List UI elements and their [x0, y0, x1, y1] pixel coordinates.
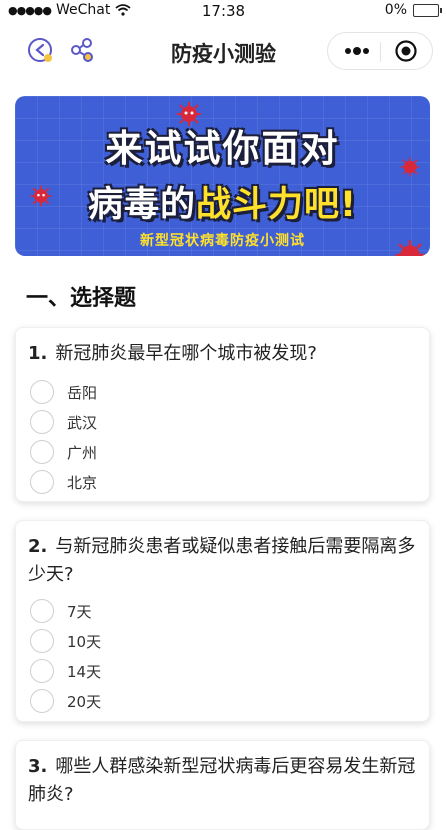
radio-button[interactable] [30, 380, 54, 404]
banner-headline-line2: 病毒的战斗力吧! [15, 176, 430, 227]
option-label: 岳阳 [67, 383, 98, 402]
radio-button[interactable] [30, 629, 54, 653]
option-item[interactable]: 武汉 [30, 408, 97, 436]
radio-button[interactable] [30, 470, 54, 494]
question-number: 1. [28, 343, 48, 364]
option-item[interactable]: 广州 [30, 438, 97, 466]
option-label: 武汉 [67, 413, 98, 432]
capsule-divider [380, 42, 381, 62]
question-card: 1. 新冠肺炎最早在哪个城市被发现? 岳阳 武汉 广州 北京 [15, 327, 430, 502]
quiz-banner: 来试试你面对 病毒的战斗力吧! 新型冠状病毒防疫小测试 [15, 96, 430, 256]
option-label: 7天 [67, 602, 92, 621]
radio-button[interactable] [30, 440, 54, 464]
banner-subtitle: 新型冠状病毒防疫小测试 [140, 233, 305, 249]
battery-icon [413, 3, 442, 17]
question-title: 新冠肺炎最早在哪个城市被发现? [55, 343, 317, 364]
status-right: 0% [384, 2, 442, 18]
radio-button[interactable] [30, 659, 54, 683]
option-label: 20天 [67, 692, 102, 711]
option-item[interactable]: 北京 [30, 468, 97, 496]
question-number: 2. [28, 536, 48, 557]
radio-button[interactable] [30, 689, 54, 713]
option-label: 14天 [67, 662, 102, 681]
radio-button[interactable] [30, 410, 54, 434]
more-icon[interactable] [342, 41, 372, 61]
question-title: 与新冠肺炎患者或疑似患者接触后需要隔离多少天? [28, 536, 416, 585]
option-item[interactable]: 10天 [30, 627, 101, 655]
option-item[interactable]: 14天 [30, 657, 101, 685]
question-card: 2. 与新冠肺炎患者或疑似患者接触后需要隔离多少天? 7天 10天 14天 20天 [15, 520, 430, 722]
option-label: 10天 [67, 632, 102, 651]
option-item[interactable]: 岳阳 [30, 378, 97, 406]
section-title: 一、选择题 [26, 286, 137, 311]
banner-headline-line1: 来试试你面对 [105, 127, 340, 170]
banner-headline-white: 病毒的 [88, 185, 197, 225]
option-label: 北京 [67, 473, 98, 492]
radio-button[interactable] [30, 599, 54, 623]
question-text: 2. 与新冠肺炎患者或疑似患者接触后需要隔离多少天? [28, 533, 417, 589]
question-card: 3. 哪些人群感染新型冠状病毒后更容易发生新冠肺炎? [15, 740, 430, 830]
option-item[interactable]: 7天 [30, 597, 92, 625]
battery-percent: 0% [384, 2, 407, 18]
status-bar: ●●●●● WeChat 17:38 0% [0, 0, 447, 22]
question-title: 哪些人群感染新型冠状病毒后更容易发生新冠肺炎? [28, 756, 416, 805]
option-label: 广州 [67, 443, 98, 462]
banner-headline-yellow: 战斗力吧! [196, 185, 357, 225]
close-icon[interactable] [394, 39, 418, 63]
mini-program-capsule [327, 32, 433, 70]
question-text: 1. 新冠肺炎最早在哪个城市被发现? [28, 340, 417, 368]
question-text: 3. 哪些人群感染新型冠状病毒后更容易发生新冠肺炎? [28, 753, 417, 809]
question-number: 3. [28, 756, 48, 777]
status-time: 17:38 [201, 2, 246, 20]
nav-bar: 防疫小测验 [0, 22, 447, 84]
option-item[interactable]: 20天 [30, 687, 101, 715]
